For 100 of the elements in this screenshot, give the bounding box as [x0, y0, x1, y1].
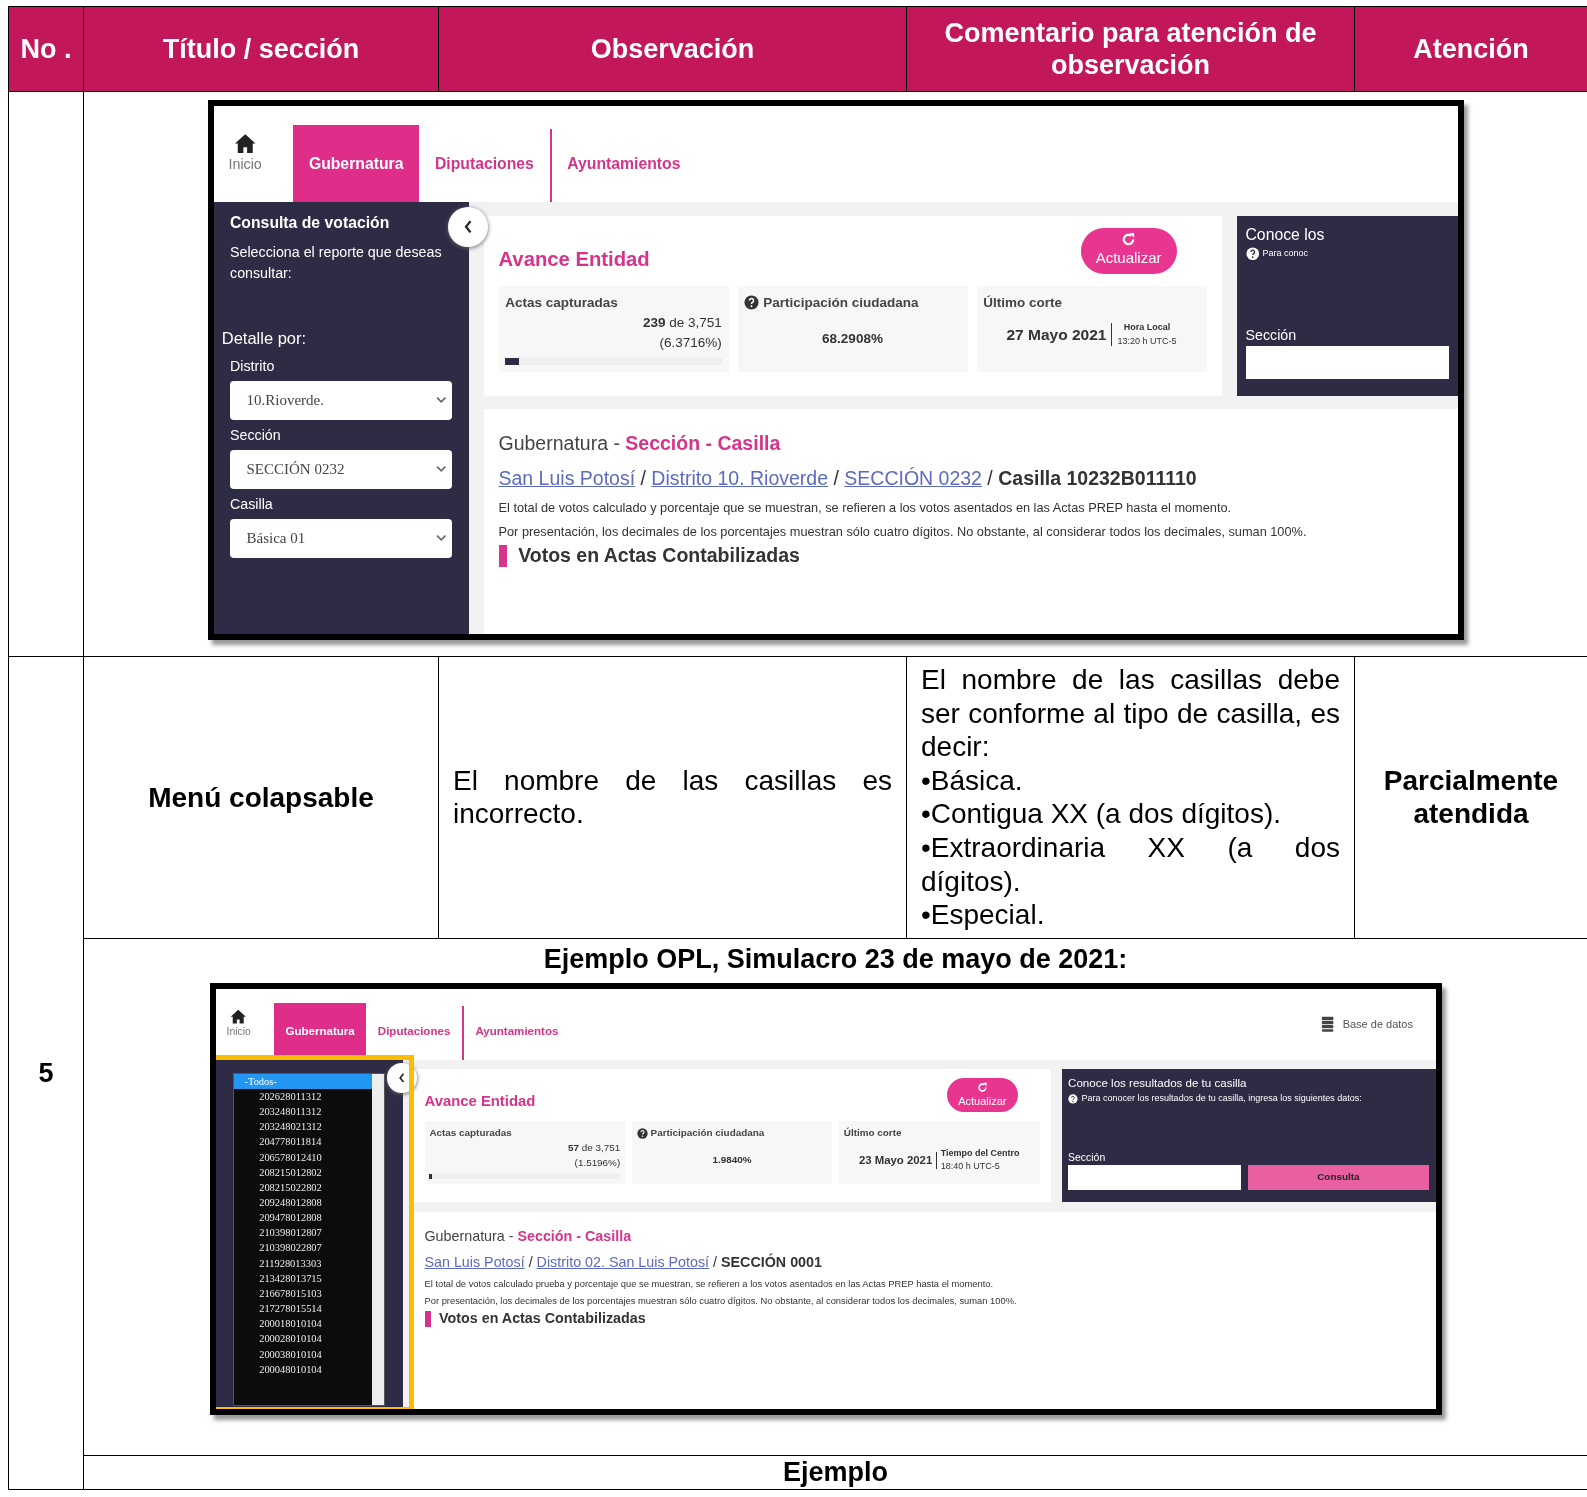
dropdown-option[interactable]: 203248021312: [234, 1119, 372, 1135]
field-label: Sección: [1068, 1150, 1107, 1165]
home-icon: [230, 1008, 247, 1025]
panel-title: Conoce los resultados de tu casilla: [1068, 1075, 1248, 1091]
field-label: Sección: [1245, 325, 1298, 345]
breadcrumb-link[interactable]: Distrito 10. Rioverde: [651, 466, 828, 489]
home-link[interactable]: Inicio: [228, 132, 262, 176]
help-icon: [744, 295, 760, 311]
column-header: Observación: [438, 6, 907, 92]
observation-text: El nombre de las casillas es incorrecto.: [453, 763, 892, 831]
section-title-text: Menú colapsable: [147, 780, 375, 815]
column-header: Atención: [1354, 6, 1587, 92]
note-text: El total de votos calculado prueba y porcentaje que se muestran, se refieren a los votos asentados en las Actas PREP hasta el momento.: [424, 1277, 995, 1291]
refresh-icon: [1121, 232, 1137, 248]
dropdown-option[interactable]: 211928013303: [234, 1255, 372, 1271]
dropdown-option[interactable]: 200038010104: [234, 1346, 372, 1362]
card-title: Avance Entidad: [424, 1092, 536, 1112]
caret-icon: [435, 465, 446, 473]
breadcrumb-link[interactable]: SECCIÓN 0232: [844, 466, 982, 489]
dropdown-option[interactable]: 200048010104: [234, 1361, 372, 1377]
stat-label: Actas capturadas: [505, 293, 619, 312]
note-text: El total de votos calculado y porcentaje que se muestran, se refieren a los votos asentados en las Actas PREP hasta el momento.: [498, 499, 1233, 518]
section-title: Votos en Actas Contabilizadas: [424, 1311, 1425, 1328]
dropdown-option[interactable]: 217278015514: [234, 1301, 372, 1317]
nav-tab[interactable]: Ayuntamientos: [463, 1002, 570, 1060]
select-field[interactable]: SECCIÓN 0232: [230, 449, 452, 489]
select-field[interactable]: 10.Rioverde.: [230, 380, 452, 420]
comment-text: El nombre de las casillas debe ser conforme al tipo de casilla, es decir:: [921, 663, 1340, 764]
dropdown-option[interactable]: 204778011814: [234, 1134, 372, 1150]
dropdown-option[interactable]: 209248012808: [234, 1194, 372, 1211]
card-title: Avance Entidad: [498, 246, 650, 272]
chevron-left-icon: [462, 220, 473, 234]
comment-text: •Extraordinaria XX (a dos dígitos).: [921, 830, 1340, 899]
breadcrumb-link[interactable]: San Luis Potosí: [424, 1253, 525, 1270]
refresh-button[interactable]: Actualizar: [1080, 227, 1177, 275]
dropdown-option[interactable]: 203248011312: [234, 1104, 372, 1120]
breadcrumb-link[interactable]: Distrito 02. San Luis Potosí: [536, 1253, 710, 1270]
breadcrumb-current: Casilla 10232B011110: [998, 466, 1197, 489]
breadcrumb-separator: /: [528, 1253, 533, 1270]
dropdown-option[interactable]: 210398012807: [234, 1225, 372, 1241]
note-text: Por presentación, los decimales de los porcentajes muestran sólo cuatro dígitos. No obstante, al considerar todos los decimales, suman 100%.: [424, 1295, 1018, 1309]
refresh-icon: [976, 1081, 988, 1093]
sidebar-title: Consulta de votación: [230, 213, 391, 233]
comment-text: •Especial.: [921, 898, 1046, 932]
time-label: Tiempo del Centro: [940, 1146, 1020, 1160]
dropdown-option[interactable]: 208215012802: [234, 1164, 372, 1180]
attention-status: Parcialmente atendida: [1382, 763, 1560, 831]
field-label: Distrito: [230, 357, 276, 377]
section-input[interactable]: [1068, 1165, 1242, 1190]
breadcrumb-separator: /: [713, 1253, 718, 1270]
dropdown-option[interactable]: 200028010104: [234, 1331, 372, 1347]
stat-percent: (1.5196%): [573, 1155, 621, 1170]
results-heading: Gubernatura - Sección - Casilla: [424, 1226, 633, 1246]
select-field[interactable]: Básica 01: [230, 518, 452, 558]
sidebar-subtitle: Selecciona el reporte que deseas consultar:: [230, 242, 443, 284]
dropdown-option[interactable]: 200018010104: [234, 1316, 372, 1332]
example-caption: Ejemplo: [782, 1456, 889, 1489]
cutoff-date: 23 Mayo 2021: [858, 1151, 937, 1169]
dropdown-option[interactable]: 202628011312: [234, 1088, 372, 1105]
caret-icon: [435, 534, 446, 542]
nav-tab[interactable]: Diputaciones: [366, 1002, 462, 1060]
nav-tab[interactable]: Diputaciones: [419, 124, 550, 202]
stat-label: Participación ciudadana: [763, 293, 919, 312]
note-text: Por presentación, los decimales de los porcentajes muestran sólo cuatro dígitos. No obstante, al considerar todos los decimales, suman 100%.: [498, 523, 1308, 542]
caret-icon: [435, 396, 446, 404]
dropdown-option[interactable]: 206578012410: [234, 1149, 372, 1165]
nav-tab[interactable]: Ayuntamientos: [551, 124, 697, 202]
cutoff-date: 27 Mayo 2021: [1006, 323, 1113, 347]
breadcrumb-separator: /: [640, 466, 646, 489]
database-link[interactable]: Base de datos: [1314, 1015, 1419, 1034]
query-button[interactable]: Consulta: [1247, 1165, 1429, 1190]
stat-value: 239 de 3,751: [641, 314, 722, 333]
stat-value: 68.2908%: [821, 330, 884, 349]
scrollbar[interactable]: [371, 1073, 384, 1405]
home-link[interactable]: Inicio: [226, 1008, 251, 1040]
dropdown-option[interactable]: 210398022807: [234, 1240, 372, 1256]
cutoff-time: 13:20 h UTC-5: [1117, 334, 1177, 348]
help-icon: [636, 1128, 648, 1139]
stat-label: Último corte: [843, 1126, 903, 1141]
database-icon: [1320, 1016, 1334, 1033]
stat-value: 57 de 3,751: [567, 1140, 621, 1155]
chevron-left-icon: [398, 1072, 406, 1083]
dropdown-option[interactable]: 209478012808: [234, 1210, 372, 1226]
section-input[interactable]: [1245, 346, 1449, 380]
panel-title: Conoce los: [1245, 225, 1326, 245]
home-icon: [233, 132, 257, 154]
dropdown-option[interactable]: 208215022802: [234, 1179, 372, 1195]
comment-text: •Contigua XX (a dos dígitos).: [921, 797, 1282, 831]
dropdown-option[interactable]: 216678015103: [234, 1285, 372, 1302]
comment-text: •Básica.: [921, 763, 1024, 798]
dropdown-option[interactable]: 213428013715: [234, 1270, 372, 1286]
cutoff-time: 18:40 h UTC-5: [940, 1160, 1001, 1174]
breadcrumb-link[interactable]: San Luis Potosí: [498, 466, 636, 489]
column-header: No .: [8, 6, 84, 92]
column-header: Comentario para atención de observación: [906, 6, 1355, 92]
time-label: Hora Local: [1122, 321, 1172, 335]
refresh-button[interactable]: Actualizar: [947, 1078, 1018, 1113]
breadcrumb-separator: /: [833, 466, 839, 489]
nav-tab[interactable]: Gubernatura: [293, 124, 420, 202]
panel-hint: Para conocer los resultados de tu casilla, ingresa los siguientes datos:: [1081, 1092, 1362, 1106]
